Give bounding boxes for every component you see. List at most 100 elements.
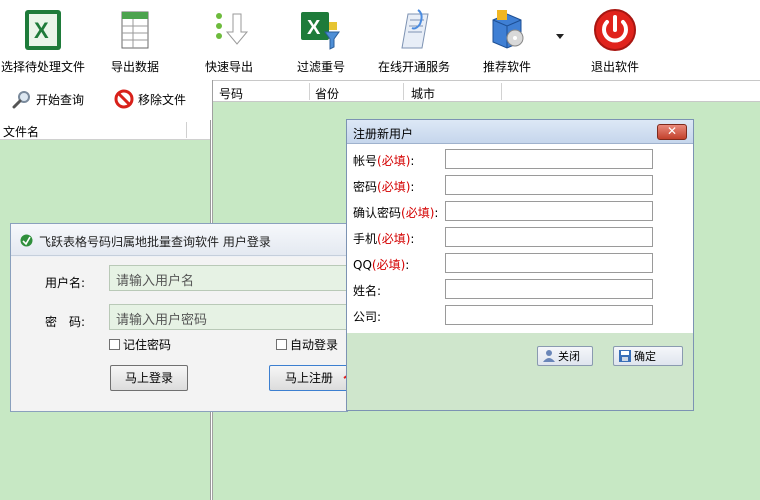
company-input[interactable] [445, 305, 653, 325]
confirm-password-field-label: 确认密码(必填): [353, 204, 438, 224]
column-separator [501, 83, 502, 100]
magnifier-icon [12, 91, 30, 109]
service-icon [401, 9, 429, 49]
register-titlebar[interactable]: 注册新用户 ✕ [347, 120, 693, 144]
required-mark: (必填) [377, 180, 411, 194]
prohibited-icon [114, 89, 134, 109]
confirm-password-input[interactable] [445, 201, 653, 221]
column-header-city[interactable]: 城市 [411, 85, 435, 102]
toolbar-label: 推荐软件 [482, 60, 531, 74]
field-colon: : [405, 258, 410, 272]
quick-export-icon [216, 13, 249, 45]
register-ok-button[interactable]: 确定 [613, 346, 683, 366]
qq-input[interactable] [445, 253, 653, 273]
field-colon: : [434, 206, 439, 220]
toolbar-label: 在线开通服务 [377, 60, 450, 74]
column-header-number[interactable]: 号码 [219, 85, 243, 102]
remember-password-label: 记住密码 [123, 338, 172, 352]
svg-text:X: X [307, 17, 321, 39]
password-label: 密 码: [45, 315, 86, 329]
required-mark: (必填) [371, 258, 406, 272]
required-mark: (必填) [401, 206, 435, 220]
power-icon [594, 9, 636, 51]
username-input[interactable]: 请输入用户名 [109, 265, 349, 291]
start-query-button[interactable]: 开始查询 [12, 88, 84, 110]
password-input[interactable]: 请输入用户密码 [109, 304, 349, 330]
required-mark: (必填) [377, 232, 411, 246]
toolbar-label: 导出数据 [110, 60, 159, 74]
excel-icon: X [25, 10, 61, 50]
column-separator [309, 83, 310, 100]
field-label-text: QQ [353, 258, 372, 272]
save-disk-icon [619, 350, 631, 362]
result-grid-header: 号码 省份 城市 [213, 80, 760, 102]
register-close-label: 关闭 [558, 350, 580, 363]
user-icon [543, 350, 555, 362]
filter-duplicates-button[interactable]: X 过滤重号 [288, 4, 354, 76]
register-close-button[interactable]: 关闭 [537, 346, 593, 366]
checkbox-box [109, 339, 120, 350]
field-label-text: 手机 [353, 232, 378, 246]
exit-software-button[interactable]: 退出软件 [582, 4, 648, 76]
column-separator [186, 122, 187, 138]
remove-file-button[interactable]: 移除文件 [114, 88, 186, 110]
name-field-label: 姓名: [353, 282, 381, 302]
toolbar-label: 退出软件 [590, 60, 639, 74]
field-label-text: 帐号 [353, 154, 378, 168]
spreadsheet-icon [121, 11, 149, 49]
column-header-filename[interactable]: 文件名 [3, 123, 39, 140]
close-icon[interactable]: ✕ [657, 124, 687, 140]
svg-text:X: X [34, 18, 49, 43]
register-ok-label: 确定 [634, 350, 656, 363]
online-service-button[interactable]: 在线开通服务 [374, 4, 454, 76]
name-input[interactable] [445, 279, 653, 299]
file-actions-bar: 开始查询 移除文件 [0, 80, 210, 118]
field-label-text: 密码 [353, 180, 378, 194]
filter-excel-icon: X [301, 12, 340, 50]
qq-field-label: QQ(必填): [353, 256, 409, 276]
company-field-label: 公司: [353, 308, 381, 328]
start-query-label: 开始查询 [36, 92, 85, 107]
field-colon: : [410, 180, 415, 194]
column-header-province[interactable]: 省份 [315, 85, 339, 102]
auto-login-checkbox[interactable]: 自动登录 [276, 336, 338, 353]
field-colon: : [410, 232, 415, 246]
account-field-label: 帐号(必填): [353, 152, 414, 172]
register-dialog: 注册新用户 ✕ 帐号(必填): 密码(必填): 确认密码(必填): 手机(必填)… [346, 119, 694, 411]
toolbar-label: 选择待处理文件 [0, 60, 85, 74]
remember-password-checkbox[interactable]: 记住密码 [109, 336, 171, 353]
quick-export-button[interactable]: 快速导出 [196, 4, 262, 76]
field-label-text: 姓名: [353, 284, 382, 298]
register-password-input[interactable] [445, 175, 653, 195]
toolbar-label: 快速导出 [204, 60, 253, 74]
select-file-button[interactable]: X 选择待处理文件 [0, 4, 86, 76]
toolbar-label: 过滤重号 [296, 60, 345, 74]
column-separator [403, 83, 404, 100]
field-label-text: 确认密码 [353, 206, 402, 220]
login-button[interactable]: 马上登录 [110, 365, 188, 391]
recommend-software-button[interactable]: 推荐软件 [474, 4, 540, 76]
file-list-header: 文件名 [0, 120, 210, 140]
app-logo-icon [20, 234, 33, 247]
register-title: 注册新用户 [353, 127, 414, 141]
password-field-label: 密码(必填): [353, 178, 414, 198]
export-data-button[interactable]: 导出数据 [100, 4, 170, 76]
phone-input[interactable] [445, 227, 653, 247]
field-label-text: 公司: [353, 310, 382, 324]
login-dialog: 飞跃表格号码归属地批量查询软件 用户登录 用户名: 请输入用户名 密 码: 请输… [10, 223, 349, 412]
register-button[interactable]: 马上注册 [269, 365, 349, 391]
auto-login-label: 自动登录 [290, 338, 339, 352]
chevron-down-icon[interactable] [556, 34, 564, 39]
phone-field-label: 手机(必填): [353, 230, 414, 250]
software-box-icon [492, 10, 524, 49]
required-mark: (必填) [377, 154, 411, 168]
remove-file-label: 移除文件 [138, 92, 187, 107]
field-colon: : [410, 154, 415, 168]
account-input[interactable] [445, 149, 653, 169]
login-titlebar[interactable]: 飞跃表格号码归属地批量查询软件 用户登录 [11, 224, 347, 256]
checkbox-box [276, 339, 287, 350]
main-toolbar: X 选择待处理文件 导出数据 快速导出 X 过滤重号 在线开通服务 推荐软件 退… [0, 0, 760, 80]
login-title: 飞跃表格号码归属地批量查询软件 用户登录 [39, 235, 271, 249]
login-body: 用户名: 请输入用户名 密 码: 请输入用户密码 记住密码 自动登录 马上登录 … [11, 257, 349, 411]
register-footer: 关闭 确定 [347, 333, 693, 410]
